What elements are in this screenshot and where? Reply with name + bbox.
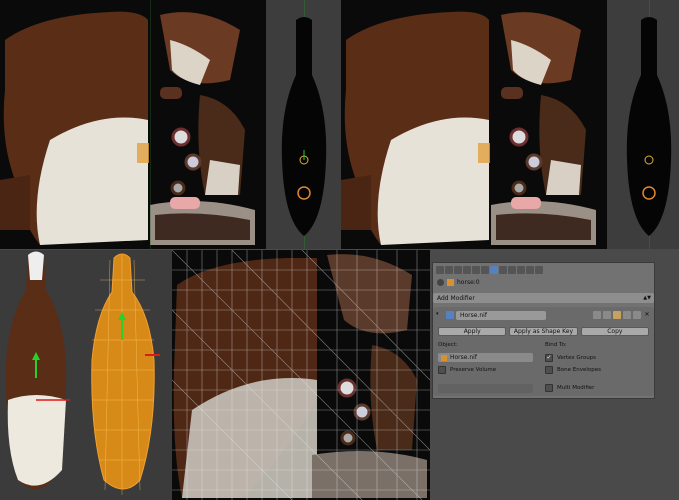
apply-button[interactable]: Apply — [438, 327, 507, 336]
uv-editor-wireframe[interactable] — [172, 250, 430, 500]
vertex-group-field[interactable] — [438, 384, 533, 393]
editmode-toggle-icon[interactable] — [593, 311, 601, 319]
armature-modifier-box: ▾ Horse.nif ✕ Apply Apply as Shape Key C… — [433, 307, 654, 396]
render-toggle-icon[interactable] — [603, 311, 611, 319]
collapse-icon[interactable]: ▾ — [436, 311, 444, 319]
breadcrumb: horse:0 — [433, 278, 654, 287]
viewport-top-right[interactable] — [607, 0, 679, 249]
add-modifier-label: Add Modifier — [437, 294, 475, 302]
move-up-icon[interactable] — [623, 311, 631, 319]
texture-tab-icon[interactable] — [517, 265, 525, 274]
preserve-volume-checkbox[interactable]: Preserve Volume — [438, 366, 496, 374]
copy-button[interactable]: Copy — [580, 327, 649, 336]
preserve-volume-label: Preserve Volume — [450, 367, 497, 373]
object-tab-icon[interactable] — [472, 265, 480, 274]
dropdown-arrow-icon: ▲▼ — [643, 295, 651, 301]
mesh-icon — [447, 279, 454, 286]
checkmark-icon: ✓ — [545, 354, 553, 362]
vertex-groups-label: Vertex Groups — [557, 355, 597, 361]
uv-texture-view-left[interactable] — [0, 0, 266, 249]
world-tab-icon[interactable] — [463, 265, 471, 274]
modifier-buttons: Apply Apply as Shape Key Copy — [438, 327, 649, 336]
particles-tab-icon[interactable] — [526, 265, 534, 274]
multi-modifier-checkbox[interactable]: Multi Modifier — [545, 384, 594, 392]
pin-icon[interactable] — [437, 279, 444, 286]
viewport-top-left[interactable] — [266, 0, 341, 249]
armature-modifier-icon — [446, 311, 454, 319]
add-modifier-dropdown[interactable]: Add Modifier ▲▼ — [433, 293, 654, 303]
vertex-groups-checkbox[interactable]: ✓ Vertex Groups — [545, 354, 596, 362]
bone-envelopes-checkbox[interactable]: Bone Envelopes — [545, 366, 601, 374]
close-icon[interactable]: ✕ — [643, 311, 651, 319]
move-down-icon[interactable] — [633, 311, 641, 319]
modifiers-tab-icon[interactable] — [490, 265, 498, 274]
modifier-name-field[interactable]: Horse.nif — [456, 310, 546, 320]
multi-modifier-label: Multi Modifier — [557, 385, 595, 391]
uv-texture-view-right[interactable] — [341, 0, 607, 249]
properties-panel: horse:0 Add Modifier ▲▼ ▾ Horse.nif ✕ Ap… — [432, 262, 655, 399]
bind-to-label: Bind To: — [545, 342, 567, 348]
scene-tab-icon[interactable] — [454, 265, 462, 274]
object-selector[interactable]: Horse.nif — [438, 353, 533, 362]
physics-tab-icon[interactable] — [535, 265, 543, 274]
object-icon — [441, 354, 447, 361]
viewport-toggle-icon[interactable] — [613, 311, 621, 319]
data-tab-icon[interactable] — [499, 265, 507, 274]
apply-as-shape-key-button[interactable]: Apply as Shape Key — [509, 327, 578, 336]
constraints-tab-icon[interactable] — [481, 265, 489, 274]
bone-envelopes-label: Bone Envelopes — [557, 367, 601, 373]
breadcrumb-object: horse:0 — [457, 279, 480, 286]
viewport-3d-horse[interactable] — [0, 250, 172, 500]
render-tab-icon[interactable] — [436, 265, 444, 274]
properties-tabs[interactable] — [433, 265, 654, 274]
object-value: Horse.nif — [450, 354, 477, 361]
object-label: Object: — [438, 342, 458, 348]
layers-tab-icon[interactable] — [445, 265, 453, 274]
material-tab-icon[interactable] — [508, 265, 516, 274]
modifier-header: ▾ Horse.nif ✕ — [436, 310, 651, 320]
